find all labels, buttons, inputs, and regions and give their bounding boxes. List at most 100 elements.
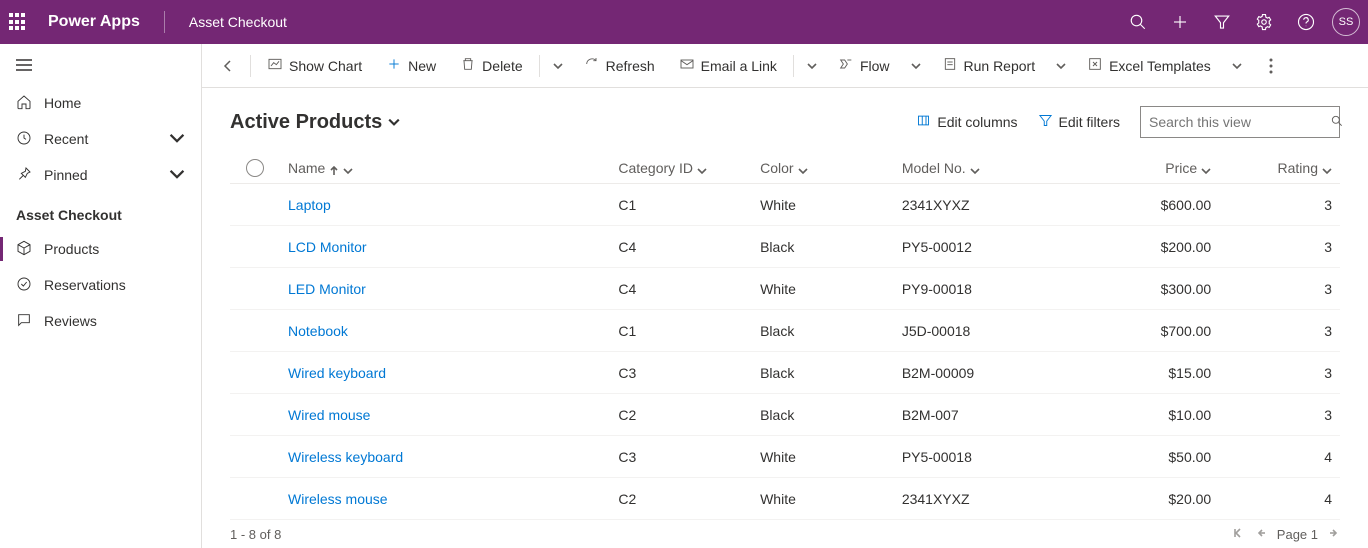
flow-button[interactable]: Flow — [828, 50, 900, 82]
va-label: Edit filters — [1059, 114, 1120, 130]
column-header-rating[interactable]: Rating — [1219, 160, 1340, 176]
column-header-color[interactable]: Color — [752, 160, 894, 176]
delete-split-chevron[interactable] — [546, 61, 570, 71]
sidebar-item-products[interactable]: Products — [0, 231, 201, 267]
record-link[interactable]: LED Monitor — [288, 281, 366, 297]
grid-body: LaptopC1White2341XYXZ$600.003LCD Monitor… — [230, 184, 1340, 520]
hamburger-icon[interactable] — [0, 52, 201, 85]
sidebar-item-recent[interactable]: Recent — [0, 121, 201, 157]
column-header-name[interactable]: Name — [280, 160, 610, 176]
divider — [539, 55, 540, 77]
cell-price: $15.00 — [1077, 365, 1219, 381]
filter-icon — [1038, 113, 1053, 131]
grid-footer: 1 - 8 of 8 Page 1 — [202, 520, 1368, 548]
excel-chevron[interactable] — [1225, 61, 1249, 71]
sidebar-item-label: Reviews — [44, 313, 97, 329]
user-avatar[interactable]: SS — [1332, 8, 1360, 36]
settings-icon[interactable] — [1248, 6, 1280, 38]
pin-icon — [16, 166, 32, 185]
refresh-button[interactable]: Refresh — [574, 50, 665, 82]
sidebar-item-label: Reservations — [44, 277, 126, 293]
cell-price: $200.00 — [1077, 239, 1219, 255]
col-label: Name — [288, 160, 325, 176]
show-chart-button[interactable]: Show Chart — [257, 50, 372, 82]
table-row[interactable]: LED MonitorC4WhitePY9-00018$300.003 — [230, 268, 1340, 310]
cell-rating: 3 — [1219, 281, 1340, 297]
filter-icon[interactable] — [1206, 6, 1238, 38]
search-icon — [1330, 114, 1344, 131]
app-launcher-icon[interactable] — [8, 12, 28, 32]
sidebar-item-home[interactable]: Home — [0, 85, 201, 121]
overflow-button[interactable] — [1257, 58, 1285, 74]
add-icon[interactable] — [1164, 6, 1196, 38]
app-title: Power Apps — [48, 13, 140, 31]
prev-page-icon[interactable] — [1255, 527, 1267, 542]
table-row[interactable]: Wired mouseC2BlackB2M-007$10.003 — [230, 394, 1340, 436]
first-page-icon[interactable] — [1233, 527, 1245, 542]
delete-button[interactable]: Delete — [450, 50, 532, 82]
report-icon — [942, 56, 958, 75]
va-label: Edit columns — [937, 114, 1017, 130]
cell-color: White — [752, 281, 894, 297]
app-subtitle: Asset Checkout — [189, 14, 287, 30]
chart-icon — [267, 56, 283, 75]
column-header-price[interactable]: Price — [1077, 160, 1219, 176]
sidebar-item-label: Recent — [44, 131, 88, 147]
cell-color: White — [752, 449, 894, 465]
cell-model: PY9-00018 — [894, 281, 1078, 297]
divider — [793, 55, 794, 77]
search-icon[interactable] — [1122, 6, 1154, 38]
record-link[interactable]: Wireless keyboard — [288, 449, 403, 465]
record-link[interactable]: Laptop — [288, 197, 331, 213]
cell-model: PY5-00012 — [894, 239, 1078, 255]
column-header-model[interactable]: Model No. — [894, 160, 1078, 176]
run-report-button[interactable]: Run Report — [932, 50, 1046, 82]
record-link[interactable]: Notebook — [288, 323, 348, 339]
cell-category: C4 — [610, 281, 752, 297]
cmd-label: Email a Link — [701, 58, 777, 74]
column-header-category[interactable]: Category ID — [610, 160, 752, 176]
col-label: Category ID — [618, 160, 693, 176]
record-link[interactable]: LCD Monitor — [288, 239, 367, 255]
table-row[interactable]: LCD MonitorC4BlackPY5-00012$200.003 — [230, 226, 1340, 268]
table-row[interactable]: NotebookC1BlackJ5D-00018$700.003 — [230, 310, 1340, 352]
search-view-box[interactable] — [1140, 106, 1340, 138]
record-link[interactable]: Wired mouse — [288, 407, 370, 423]
cell-rating: 4 — [1219, 449, 1340, 465]
record-link[interactable]: Wired keyboard — [288, 365, 386, 381]
cell-color: Black — [752, 365, 894, 381]
cmd-label: Delete — [482, 58, 522, 74]
mail-icon — [679, 56, 695, 75]
box-icon — [16, 240, 32, 259]
flow-chevron[interactable] — [904, 61, 928, 71]
view-selector[interactable]: Active Products — [230, 111, 400, 134]
record-link[interactable]: Wireless mouse — [288, 491, 388, 507]
sidebar-item-pinned[interactable]: Pinned — [0, 157, 201, 193]
search-input[interactable] — [1149, 114, 1330, 130]
new-button[interactable]: New — [376, 50, 446, 82]
select-all-checkbox[interactable] — [230, 159, 280, 177]
view-header: Active Products Edit columns Edit filter… — [202, 88, 1368, 152]
cell-price: $50.00 — [1077, 449, 1219, 465]
table-row[interactable]: Wired keyboardC3BlackB2M-00009$15.003 — [230, 352, 1340, 394]
sidebar-item-label: Products — [44, 241, 99, 257]
check-circle-icon — [16, 276, 32, 295]
report-chevron[interactable] — [1049, 61, 1073, 71]
chat-icon — [16, 312, 32, 331]
next-page-icon[interactable] — [1328, 527, 1340, 542]
table-row[interactable]: Wireless keyboardC3WhitePY5-00018$50.004 — [230, 436, 1340, 478]
edit-filters-button[interactable]: Edit filters — [1038, 113, 1120, 131]
back-button[interactable] — [212, 50, 244, 82]
sidebar-item-reviews[interactable]: Reviews — [0, 303, 201, 339]
cmd-label: Excel Templates — [1109, 58, 1211, 74]
help-icon[interactable] — [1290, 6, 1322, 38]
email-link-button[interactable]: Email a Link — [669, 50, 787, 82]
sidebar-item-reservations[interactable]: Reservations — [0, 267, 201, 303]
email-split-chevron[interactable] — [800, 61, 824, 71]
table-row[interactable]: Wireless mouseC2White2341XYXZ$20.004 — [230, 478, 1340, 520]
excel-templates-button[interactable]: Excel Templates — [1077, 50, 1221, 82]
cell-color: Black — [752, 323, 894, 339]
table-row[interactable]: LaptopC1White2341XYXZ$600.003 — [230, 184, 1340, 226]
edit-columns-button[interactable]: Edit columns — [916, 113, 1017, 131]
cell-rating: 3 — [1219, 323, 1340, 339]
